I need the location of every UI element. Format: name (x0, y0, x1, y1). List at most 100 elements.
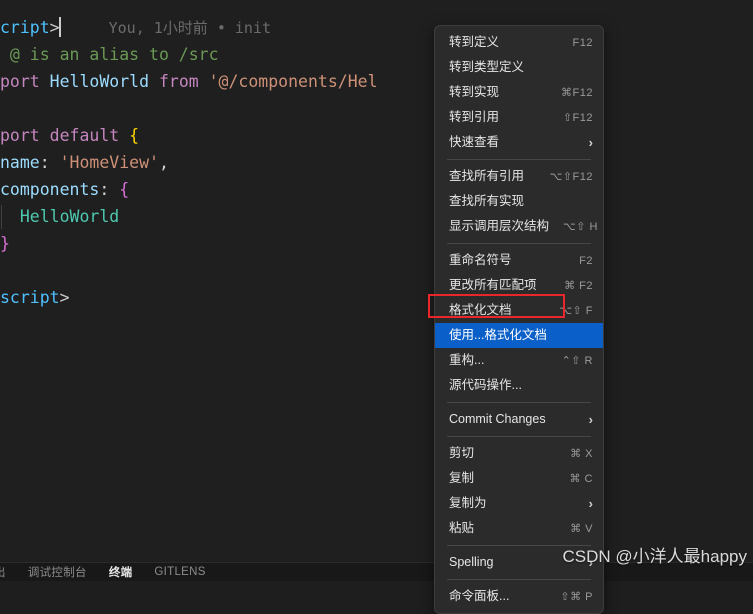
menu-item-shortcut: ⌃⇧ R (561, 355, 593, 367)
menu-item-label: 快速查看 (449, 135, 500, 150)
indent-guide (1, 205, 2, 229)
menu-separator (447, 436, 591, 437)
code-token: port default (0, 126, 130, 145)
menu-item-label: 查找所有实现 (449, 194, 525, 209)
code-line: components: { (0, 176, 753, 203)
menu-item-label: 源代码操作... (449, 378, 522, 393)
panel-tab[interactable]: 终端 (109, 564, 133, 580)
menu-item[interactable]: 转到引用 ⇧F12 (435, 105, 603, 130)
menu-item-label: 粘贴 (449, 521, 475, 536)
vscode-window: cript> You, 1小时前 • init @ is an alias to … (0, 0, 753, 614)
menu-item[interactable]: 查找所有实现 (435, 189, 603, 214)
menu-item[interactable]: 转到定义 F12 (435, 30, 603, 55)
menu-item[interactable]: 快速查看 › (435, 130, 603, 155)
menu-item-shortcut: ⌘ X (570, 448, 593, 460)
code-token: } (0, 234, 10, 253)
menu-item-shortcut: ⌥⇧ H (563, 221, 598, 233)
code-line: cript> You, 1小时前 • init (0, 14, 753, 41)
menu-item[interactable]: 复制为 › (435, 491, 603, 516)
menu-item[interactable]: 粘贴 ⌘ V (435, 516, 603, 541)
menu-item[interactable]: 重命名符号 F2 (435, 248, 603, 273)
panel-tab[interactable]: GITLENS (154, 566, 205, 578)
menu-item-label: 格式化文档 (449, 303, 512, 318)
code-line: name: 'HomeView', (0, 149, 753, 176)
menu-item[interactable]: 转到类型定义 (435, 55, 603, 80)
menu-separator (447, 243, 591, 244)
panel-tab[interactable]: 出 (0, 564, 6, 580)
menu-item[interactable]: 转到实现 ⌘F12 (435, 80, 603, 105)
menu-item-label: 重命名符号 (449, 253, 512, 268)
code-line: HelloWorld (0, 203, 753, 230)
menu-item-shortcut: ⌥⇧ F (559, 305, 593, 317)
code-token: '@/components/Hel (208, 72, 378, 91)
code-content[interactable]: cript> You, 1小时前 • init @ is an alias to … (0, 14, 753, 311)
menu-item-label: 转到类型定义 (449, 60, 525, 75)
code-line: port default { (0, 122, 753, 149)
editor-context-menu[interactable]: 转到定义 F12 转到类型定义 转到实现 ⌘F12 转到引用 ⇧F12 快速查看 › 查找所有引用… (434, 25, 604, 614)
code-token: port (0, 72, 50, 91)
menu-item[interactable]: 重构... ⌃⇧ R (435, 348, 603, 373)
menu-item[interactable]: Commit Changes › (435, 407, 603, 432)
menu-item-shortcut: F2 (579, 254, 593, 267)
menu-separator (447, 402, 591, 403)
menu-item-label: 转到引用 (449, 110, 500, 125)
menu-item-label: 复制为 (449, 496, 487, 511)
code-line: @ is an alias to /src (0, 41, 753, 68)
csdn-watermark: CSDN @小洋人最happy (562, 547, 747, 566)
menu-separator (447, 159, 591, 160)
menu-item[interactable]: 剪切 ⌘ X (435, 441, 603, 466)
menu-item[interactable]: 更改所有匹配项 ⌘ F2 (435, 273, 603, 298)
menu-separator (447, 579, 591, 580)
menu-item-label: 转到定义 (449, 35, 500, 50)
code-token: HelloWorld (49, 72, 159, 91)
menu-item-label: 命令面板... (449, 589, 510, 604)
menu-item-shortcut: ⌘ F2 (564, 280, 593, 292)
menu-item-shortcut: ⌘ V (570, 523, 593, 535)
menu-item-label: 更改所有匹配项 (449, 278, 537, 293)
menu-item-shortcut: ⇧⌘ P (560, 591, 593, 603)
code-line: port HelloWorld from '@/components/Hel (0, 68, 753, 95)
menu-item-label: Commit Changes (449, 412, 546, 427)
code-line: script> (0, 284, 753, 311)
chevron-right-icon: › (588, 412, 593, 427)
menu-item-label: 查找所有引用 (449, 169, 525, 184)
code-token: : (99, 180, 120, 199)
menu-item-shortcut: F12 (572, 36, 593, 49)
code-token: name (0, 153, 40, 172)
code-token: 'HomeView' (59, 153, 159, 172)
code-line: } (0, 230, 753, 257)
menu-item-label: 重构... (449, 353, 485, 368)
code-editor[interactable]: cript> You, 1小时前 • init @ is an alias to … (0, 0, 753, 562)
menu-item-label: 复制 (449, 471, 475, 486)
menu-item-label: 转到实现 (449, 85, 500, 100)
code-token: : (39, 153, 60, 172)
menu-item[interactable]: 命令面板... ⇧⌘ P (435, 584, 603, 609)
menu-item[interactable]: 格式化文档 ⌥⇧ F (435, 298, 603, 323)
code-token: @ is an alias to /src (0, 45, 219, 64)
panel-tab[interactable]: 调试控制台 (28, 564, 87, 580)
menu-item[interactable]: 复制 ⌘ C (435, 466, 603, 491)
menu-item-shortcut: ⇧F12 (562, 112, 593, 124)
menu-item[interactable]: 源代码操作... (435, 373, 603, 398)
menu-item[interactable]: 显示调用层次结构 ⌥⇧ H (435, 214, 603, 239)
code-token: { (129, 126, 140, 145)
code-token: HelloWorld (0, 207, 120, 226)
code-token: from (158, 72, 209, 91)
menu-item-label: 剪切 (449, 446, 475, 461)
gitlens-blame-annotation[interactable]: You, 1小时前 • init (61, 19, 271, 37)
menu-item-shortcut: ⌘F12 (561, 87, 593, 99)
menu-item-label: Spelling (449, 555, 494, 570)
menu-item[interactable]: 查找所有引用 ⌥⇧F12 (435, 164, 603, 189)
menu-item-shortcut: ⌘ C (569, 473, 593, 485)
chevron-right-icon: › (588, 496, 593, 511)
menu-item-label: 显示调用层次结构 (449, 219, 550, 234)
menu-item-label: 使用...格式化文档 (449, 328, 547, 343)
code-token: { (119, 180, 130, 199)
menu-item[interactable]: 使用...格式化文档 (435, 323, 603, 348)
menu-item-shortcut: ⌥⇧F12 (549, 171, 593, 183)
code-token: script (0, 288, 60, 307)
chevron-right-icon: › (588, 135, 593, 150)
code-token: , (158, 153, 169, 172)
